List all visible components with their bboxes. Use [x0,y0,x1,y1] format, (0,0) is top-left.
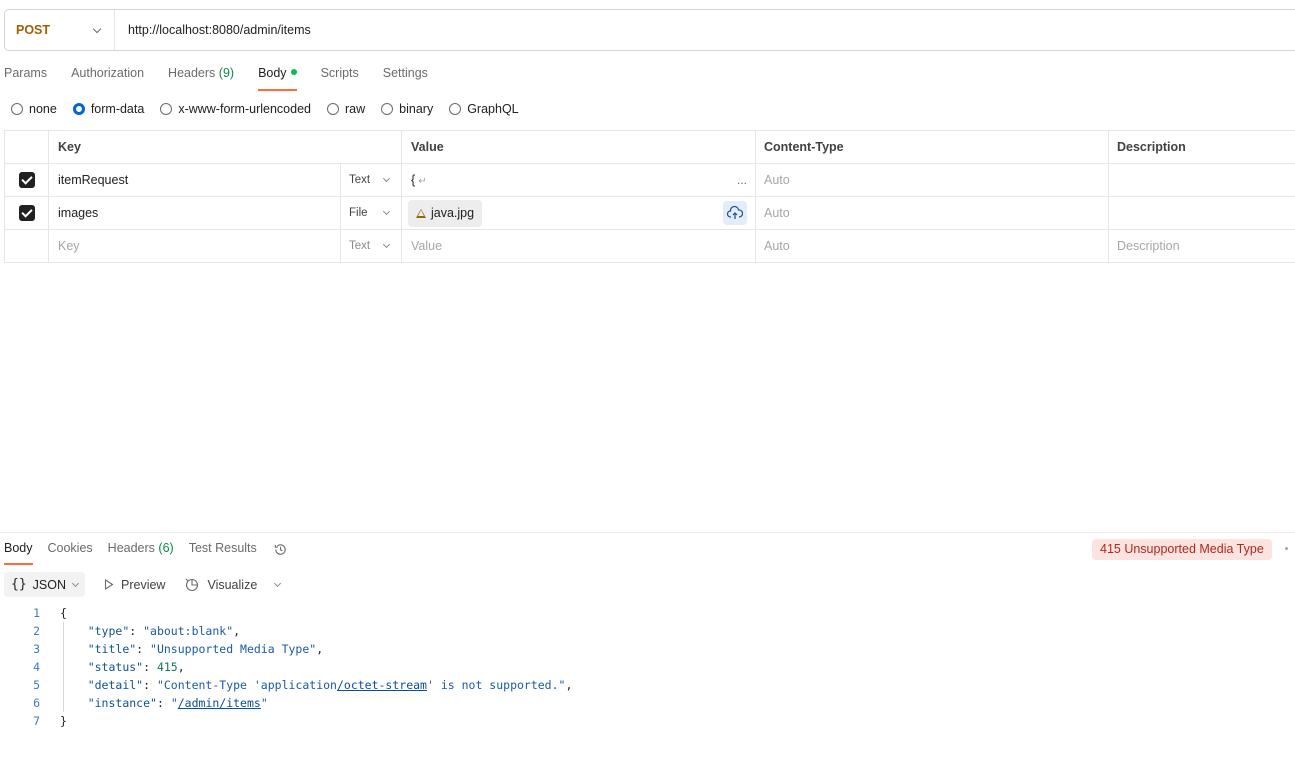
code-line: 1{ [33,606,67,620]
table-header-row: Key Value Content-Type Description [4,131,1295,164]
mode-raw[interactable]: raw [327,102,365,116]
method-label: POST [16,23,51,37]
mode-form-data[interactable]: form-data [72,102,144,116]
code-line: 7} [33,714,67,728]
history-icon[interactable] [273,542,288,557]
chevron-down-icon[interactable] [274,579,282,587]
content-type-field[interactable]: Auto [756,230,1109,262]
braces-icon: {} [11,577,27,592]
visualize-button[interactable]: Visualize [184,577,257,593]
value-field[interactable]: Value [402,230,756,262]
chevron-down-icon [71,579,80,587]
table-row-empty: Key Text Value Auto Description [4,230,1295,263]
code-line: 3 "title": "Unsupported Media Type", [33,642,324,656]
tab-test-results[interactable]: Test Results [189,541,257,565]
type-select[interactable]: Text [341,164,402,196]
pane-divider[interactable] [0,532,1295,533]
chevron-down-icon [382,174,391,183]
tab-scripts[interactable]: Scripts [321,66,359,91]
chevron-down-icon [92,24,102,33]
radio-icon [160,103,173,115]
upload-cloud-icon[interactable] [723,201,747,225]
radio-icon [449,103,462,115]
url-bar: POST http://localhost:8080/admin/items [4,9,1295,51]
modified-dot-icon [290,69,297,75]
key-field[interactable]: itemRequest [49,164,341,196]
key-field[interactable]: Key [49,230,341,262]
tab-authorization[interactable]: Authorization [71,66,144,91]
chevron-down-icon [382,207,391,216]
content-type-field[interactable]: Auto [756,164,1109,196]
table-row: itemRequest Text {↵ ... Auto [4,164,1295,197]
radio-icon [381,103,394,115]
line-break-icon: ↵ [418,176,427,187]
dot-icon [1285,547,1288,550]
col-description: Description [1109,131,1295,163]
code-line: 4 "status": 415, [33,660,185,674]
tab-headers[interactable]: Headers (9) [168,66,234,91]
code-link[interactable]: /admin/items [178,696,261,710]
warning-icon [416,208,426,218]
row-checkbox[interactable] [18,172,35,188]
code-line: 6 "instance": "/admin/items" [33,696,268,710]
visualize-icon [186,578,199,591]
tab-cookies[interactable]: Cookies [48,541,93,565]
chevron-down-icon [382,240,391,249]
request-tabs: Params Authorization Headers (9) Body Sc… [4,66,452,91]
description-field[interactable]: Description [1109,230,1295,262]
radio-icon [327,103,339,115]
row-checkbox[interactable] [18,205,35,221]
key-field[interactable]: images [49,197,341,229]
body-mode-radios: none form-data x-www-form-urlencoded raw… [11,102,535,116]
response-view-toolbar: {} JSON Preview Visualize [4,572,282,597]
radio-selected-icon [72,103,85,115]
format-select[interactable]: {} JSON [4,572,85,597]
tab-response-headers[interactable]: Headers (6) [108,541,174,565]
type-select[interactable]: Text [341,230,402,262]
response-code-viewer: 1{ 2 "type": "about:blank", 3 "title": "… [0,604,572,730]
description-field[interactable] [1109,197,1295,229]
code-link[interactable]: /octet-stream [337,678,427,692]
method-select[interactable]: POST [5,10,115,50]
preview-button[interactable]: Preview [104,578,165,592]
status-badge[interactable]: 415 Unsupported Media Type [1092,539,1272,560]
table-row: images File java.jpg Auto [4,197,1295,230]
value-field[interactable]: {↵ ... [402,164,756,196]
tab-response-body[interactable]: Body [4,541,33,565]
code-line: 2 "type": "about:blank", [33,624,241,638]
file-chip[interactable]: java.jpg [408,199,483,227]
mode-urlencoded[interactable]: x-www-form-urlencoded [160,102,311,116]
mode-none[interactable]: none [11,102,57,116]
url-input[interactable]: http://localhost:8080/admin/items [115,23,311,37]
col-key: Key [49,131,402,163]
tab-body[interactable]: Body [258,66,297,91]
radio-icon [11,103,23,115]
more-icon[interactable]: ... [737,173,747,187]
play-icon [104,579,114,590]
type-select[interactable]: File [341,197,402,229]
content-type-field[interactable]: Auto [756,197,1109,229]
form-data-table: Key Value Content-Type Description itemR… [4,130,1295,263]
mode-binary[interactable]: binary [381,102,433,116]
code-line: 5 "detail": "Content-Type 'application/o… [33,678,573,692]
tab-params[interactable]: Params [4,66,47,91]
tab-settings[interactable]: Settings [383,66,428,91]
mode-graphql[interactable]: GraphQL [449,102,519,116]
value-field: java.jpg [402,197,756,229]
col-value: Value [402,131,756,163]
col-content-type: Content-Type [756,131,1109,163]
description-field[interactable] [1109,164,1295,196]
response-tabs: Body Cookies Headers (6) Test Results [4,541,288,565]
